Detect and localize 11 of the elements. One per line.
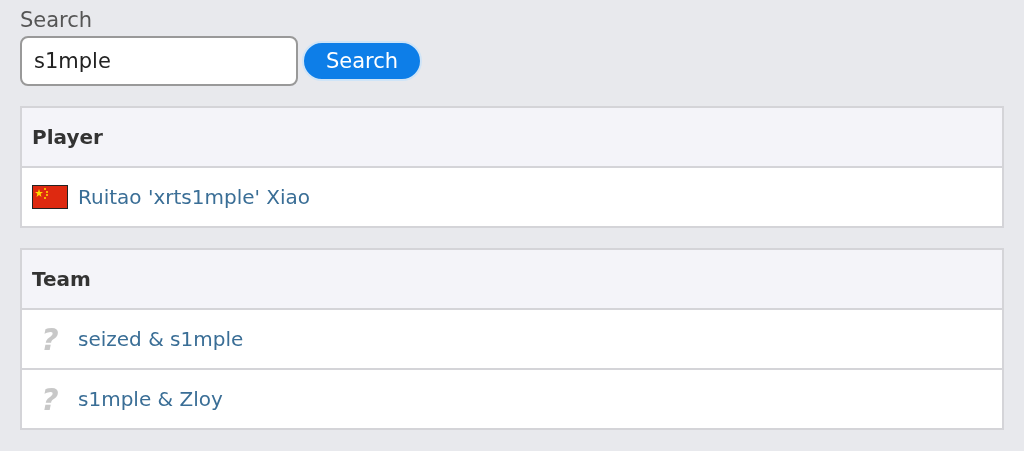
result-link[interactable]: seized & s1mple (78, 327, 244, 351)
section-heading: Player (22, 108, 1002, 166)
section-heading: Team (22, 250, 1002, 308)
search-label: Search (20, 8, 93, 32)
question-mark-icon: ? (32, 321, 68, 357)
search-button[interactable]: Search (302, 41, 423, 81)
question-mark-icon: ? (32, 381, 68, 417)
search-field[interactable]: s1mple (20, 36, 298, 86)
result-link[interactable]: Ruitao 'xrts1mple' Xiao (78, 185, 311, 209)
result-link[interactable]: s1mple & Zloy (78, 387, 223, 411)
flag-icon (32, 185, 68, 209)
